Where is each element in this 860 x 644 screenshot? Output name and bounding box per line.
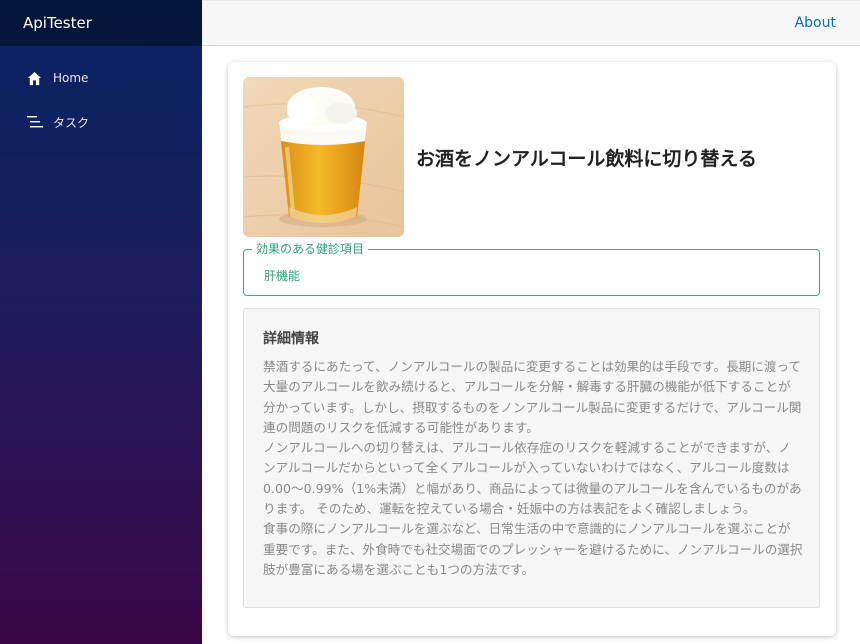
field-legend: 効果のある健診項目 <box>252 242 369 256</box>
detail-paragraph: ノンアルコールへの切り替えは、アルコール依存症のリスクを軽減することができますが… <box>263 440 802 517</box>
app-title[interactable]: ApiTester <box>0 0 202 46</box>
sidebar-item-home[interactable]: Home <box>0 56 202 100</box>
beer-glass-image <box>243 77 404 237</box>
field-value: 肝機能 <box>264 269 301 283</box>
detail-heading: 詳細情報 <box>263 331 319 347</box>
list-icon <box>27 114 43 130</box>
nav-menu: Home タスク <box>0 46 202 144</box>
detail-body: 禁酒するにあたって、ノンアルコールの製品に変更することは効果的は手段です。長期に… <box>263 357 803 580</box>
sidebar: ApiTester Home タスク <box>0 0 202 644</box>
home-icon <box>27 70 43 86</box>
detail-paragraph: 禁酒するにあたって、ノンアルコールの製品に変更することは効果的は手段です。長期に… <box>263 359 802 435</box>
sidebar-item-label: Home <box>53 71 89 85</box>
sidebar-item-task[interactable]: タスク <box>0 100 202 144</box>
page-title: お酒をノンアルコール飲料に切り替える <box>416 148 757 170</box>
detail-paragraph: 食事の際にノンアルコールを選ぶなど、日常生活の中で意識的にノンアルコールを選ぶこ… <box>263 521 803 577</box>
top-bar: About <box>202 0 860 46</box>
task-card: お酒をノンアルコール飲料に切り替える 効果のある健診項目 肝機能 詳細情報 禁酒… <box>228 62 836 636</box>
health-check-items-field: 効果のある健診項目 肝機能 <box>243 242 820 296</box>
sidebar-item-label: タスク <box>53 115 90 130</box>
detail-panel: 詳細情報 禁酒するにあたって、ノンアルコールの製品に変更することは効果的は手段で… <box>243 308 820 608</box>
about-link[interactable]: About <box>795 15 836 31</box>
